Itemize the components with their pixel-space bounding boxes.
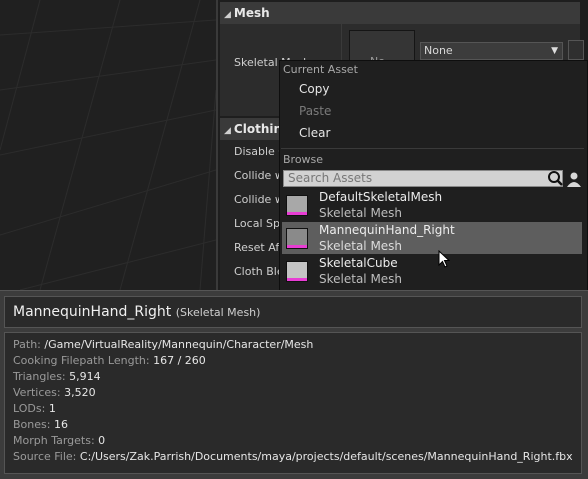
viewport[interactable] bbox=[0, 0, 216, 290]
search-assets-input[interactable]: Search Assets bbox=[283, 170, 563, 187]
skeletal-mesh-thumbnail bbox=[286, 261, 308, 282]
collapse-triangle-icon: ◢ bbox=[224, 10, 231, 20]
tooltip-source-file: Source File: C:/Users/Zak.Parrish/Docume… bbox=[13, 450, 573, 463]
clothing-prop-label: Collide w bbox=[234, 169, 284, 182]
viewport-grid bbox=[0, 0, 216, 290]
asset-name: SkeletalCube bbox=[319, 256, 398, 270]
browse-header: Browse bbox=[283, 153, 324, 166]
copy-menu-item[interactable]: Copy bbox=[299, 82, 329, 96]
asset-list-item-selected[interactable]: MannequinHand_Right Skeletal Mesh bbox=[282, 222, 582, 254]
asset-type: Skeletal Mesh bbox=[319, 206, 403, 220]
dropdown-arrow-icon: ▼ bbox=[551, 46, 558, 56]
asset-type: Skeletal Mesh bbox=[319, 239, 403, 253]
mouse-cursor-icon bbox=[438, 250, 450, 268]
view-options-icon[interactable] bbox=[566, 171, 582, 187]
collapse-triangle-icon: ◢ bbox=[224, 126, 231, 136]
tooltip-vertices: Vertices: 3,520 bbox=[13, 386, 96, 399]
paste-menu-item[interactable]: Paste bbox=[299, 104, 331, 118]
tooltip-morph-targets: Morph Targets: 0 bbox=[13, 434, 106, 447]
tooltip-cooking-path-length: Cooking Filepath Length: 167 / 260 bbox=[13, 354, 206, 367]
clothing-prop-label: Cloth Ble bbox=[234, 265, 284, 278]
mesh-category-header[interactable]: ◢ Mesh bbox=[220, 2, 580, 24]
tooltip-triangles: Triangles: 5,914 bbox=[13, 370, 101, 383]
asset-name: MannequinHand_Right bbox=[319, 223, 455, 237]
clothing-prop-label: Collide w bbox=[234, 193, 284, 206]
tooltip-bones: Bones: 16 bbox=[13, 418, 68, 431]
asset-type: Skeletal Mesh bbox=[319, 272, 403, 286]
skeletal-mesh-thumbnail bbox=[286, 195, 308, 216]
asset-list-item[interactable]: DefaultSkeletalMesh Skeletal Mesh bbox=[282, 189, 582, 221]
skeletal-mesh-thumbnail bbox=[286, 228, 308, 249]
asset-list-item[interactable]: SkeletalCube Skeletal Mesh bbox=[282, 255, 582, 287]
menu-separator bbox=[281, 148, 584, 149]
tooltip-lods: LODs: 1 bbox=[13, 402, 56, 415]
tooltip-path: Path: /Game/VirtualReality/Mannequin/Cha… bbox=[13, 338, 314, 351]
search-icon[interactable] bbox=[547, 170, 563, 187]
clothing-prop-label: Reset Aft bbox=[234, 241, 284, 254]
asset-name: DefaultSkeletalMesh bbox=[319, 190, 443, 204]
browse-button[interactable] bbox=[568, 40, 584, 60]
asset-combo-box[interactable]: None ▼ bbox=[420, 42, 563, 60]
tooltip-title: MannequinHand_Right (Skeletal Mesh) bbox=[13, 304, 261, 320]
clear-menu-item[interactable]: Clear bbox=[299, 126, 330, 140]
current-asset-header: Current Asset bbox=[283, 63, 358, 76]
